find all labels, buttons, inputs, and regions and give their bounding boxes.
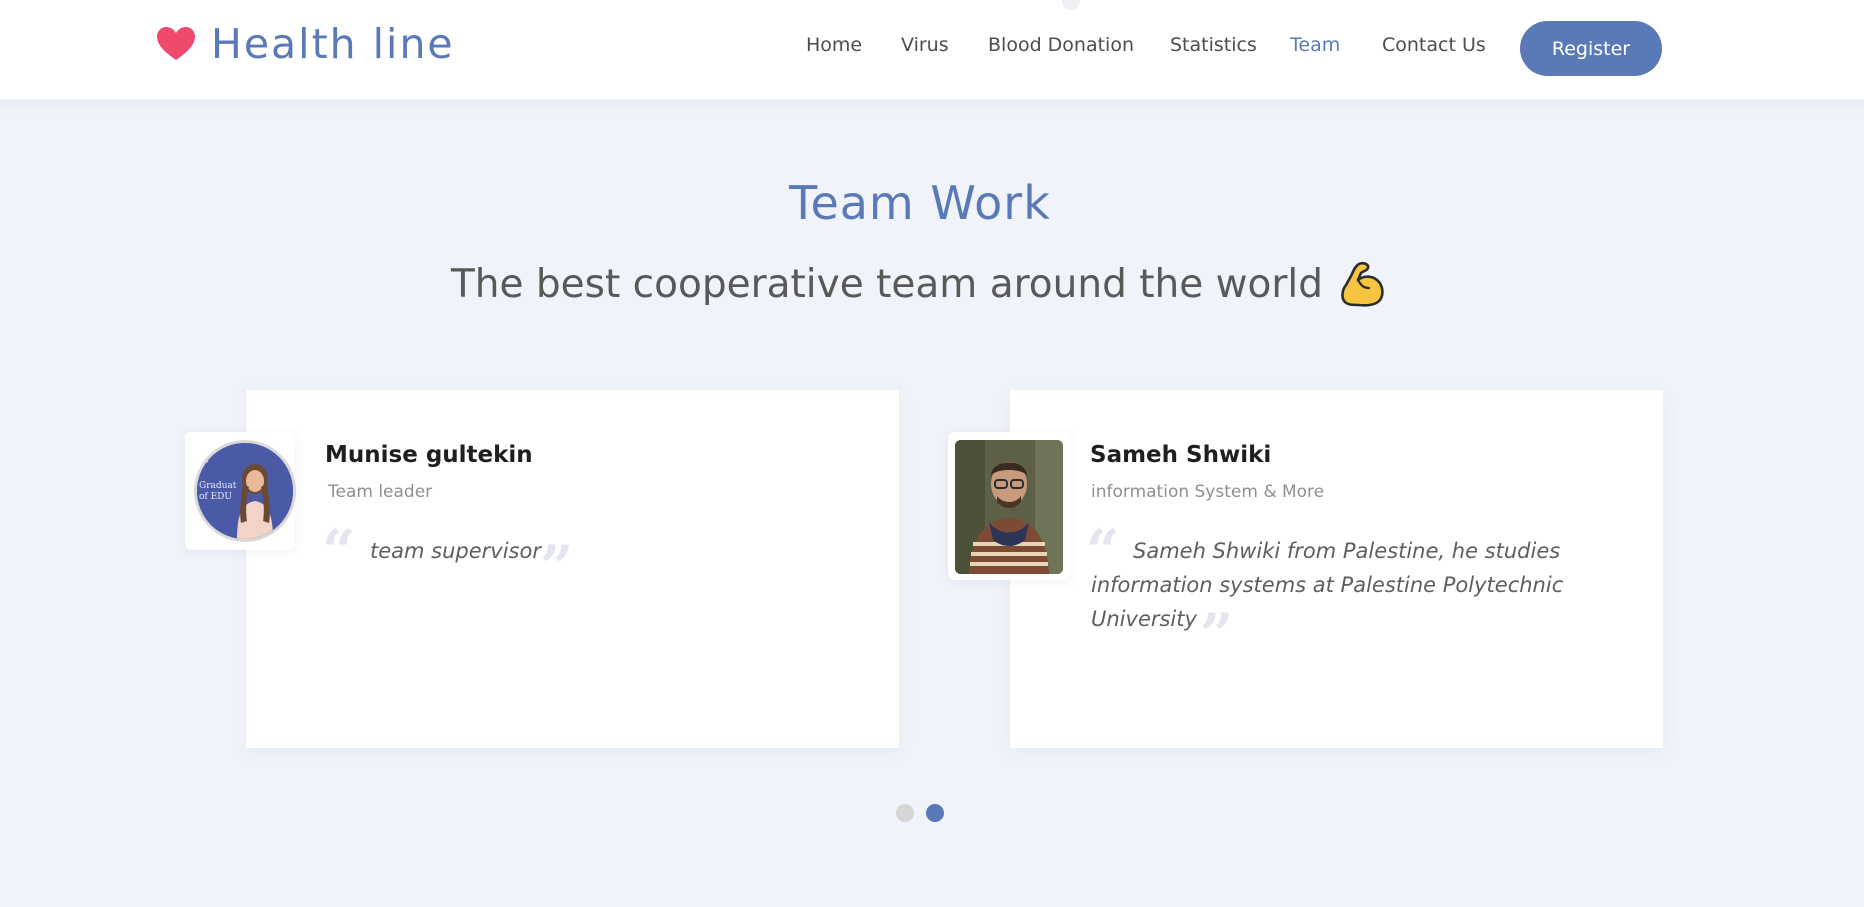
avatar: e Graduat of EDU <box>194 440 296 542</box>
flexed-biceps-icon <box>1341 261 1384 307</box>
member-quote-line: Sameh Shwiki from Palestine, he studies <box>1133 539 1561 563</box>
site-header: Health line Home Virus Blood Donation St… <box>0 0 1864 99</box>
avatar <box>955 440 1063 574</box>
svg-text:Graduat: Graduat <box>199 481 237 491</box>
member-quote: team supervisor <box>370 539 541 563</box>
nav-virus[interactable]: Virus <box>901 34 949 56</box>
member-name: Munise gultekin <box>325 442 533 468</box>
section-subtitle: The best cooperative team around the wor… <box>450 261 1323 307</box>
nav-home[interactable]: Home <box>806 34 862 56</box>
register-button[interactable]: Register <box>1520 21 1662 76</box>
member-role: Team leader <box>328 482 433 502</box>
carousel-dot[interactable] <box>896 804 914 822</box>
section-title: Team Work <box>789 176 1051 230</box>
quote-close-icon: ” <box>540 533 574 601</box>
quote-close-icon: ” <box>1200 601 1234 669</box>
member-quote: Sameh Shwiki from Palestine, he studies … <box>1091 534 1571 636</box>
member-role: information System & More <box>1091 482 1325 502</box>
member-quote-line: University <box>1091 607 1197 631</box>
avatar-photo <box>955 440 1063 574</box>
nav-team[interactable]: Team <box>1290 34 1340 56</box>
quote-open-icon: “ <box>322 517 356 585</box>
member-name: Sameh Shwiki <box>1090 442 1272 468</box>
section-subtitle-row: The best cooperative team around the wor… <box>0 258 1840 310</box>
carousel-dot-active[interactable] <box>926 804 944 822</box>
member-quote-line: information systems at Palestine Polytec… <box>1091 573 1564 597</box>
svg-text:of EDU: of EDU <box>199 492 232 502</box>
avatar-photo: e Graduat of EDU <box>197 443 293 539</box>
nav-statistics[interactable]: Statistics <box>1170 34 1257 56</box>
nav-blood-donation[interactable]: Blood Donation <box>988 34 1134 56</box>
nav-contact-us[interactable]: Contact Us <box>1382 34 1486 56</box>
